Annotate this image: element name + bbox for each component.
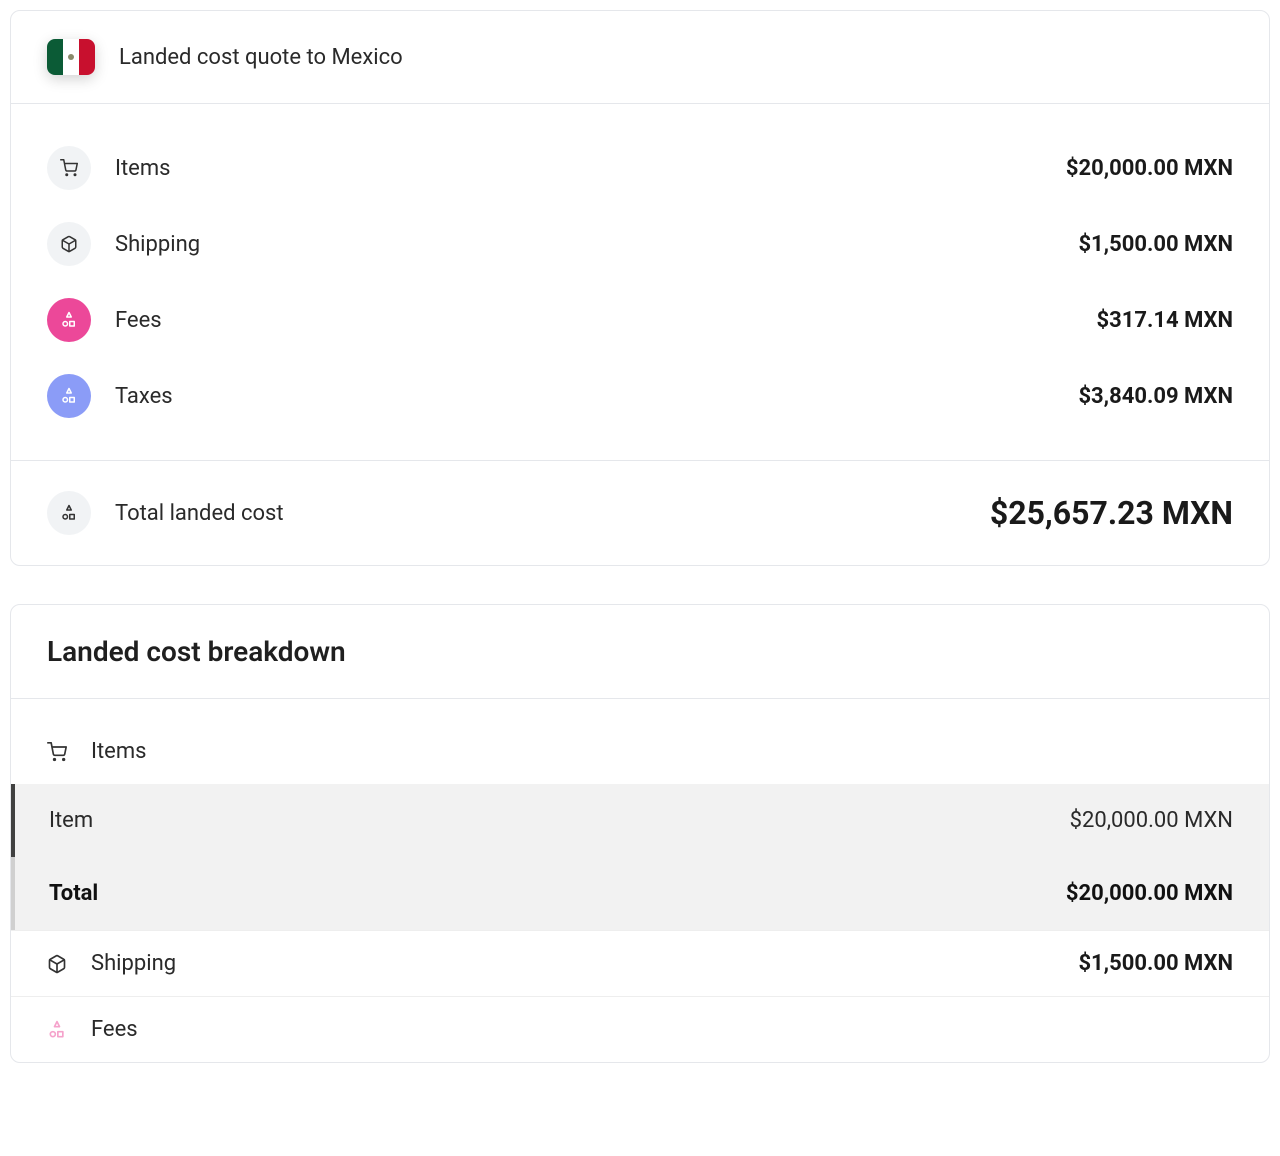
summary-label: Fees <box>115 308 1096 333</box>
summary-value: $3,840.09 MXN <box>1078 384 1233 409</box>
breakdown-section-fees: Fees <box>11 996 1269 1062</box>
breakdown-sub-value: $20,000.00 MXN <box>1066 881 1233 906</box>
breakdown-section-title: Fees <box>91 1017 138 1042</box>
breakdown-header: Landed cost breakdown <box>11 605 1269 699</box>
breakdown-subrow: Item $20,000.00 MXN <box>11 784 1269 857</box>
cart-icon <box>47 146 91 190</box>
summary-label: Items <box>115 156 1066 181</box>
shapes-icon <box>47 491 91 535</box>
breakdown-sub-label: Total <box>49 881 1066 906</box>
quote-title: Landed cost quote to Mexico <box>119 45 403 70</box>
total-row: Total landed cost $25,657.23 MXN <box>11 461 1269 565</box>
breakdown-card: Landed cost breakdown Items Item $20,000… <box>10 604 1270 1063</box>
breakdown-sub-value: $20,000.00 MXN <box>1070 808 1233 833</box>
shapes-icon <box>47 298 91 342</box>
summary-value: $20,000.00 MXN <box>1066 156 1233 181</box>
summary-label: Shipping <box>115 232 1078 257</box>
quote-header: Landed cost quote to Mexico <box>11 11 1269 104</box>
summary-list: Items $20,000.00 MXN Shipping $1,500.00 … <box>11 104 1269 461</box>
total-value: $25,657.23 MXN <box>990 494 1233 532</box>
summary-value: $317.14 MXN <box>1096 308 1233 333</box>
summary-row-shipping: Shipping $1,500.00 MXN <box>47 206 1233 282</box>
breakdown-section-value: $1,500.00 MXN <box>1078 951 1233 976</box>
breakdown-subrow-total: Total $20,000.00 MXN <box>11 857 1269 930</box>
breakdown-section-items: Items <box>11 699 1269 784</box>
summary-label: Taxes <box>115 384 1078 409</box>
breakdown-section-title: Items <box>91 739 147 764</box>
breakdown-section-shipping: Shipping $1,500.00 MXN <box>11 930 1269 996</box>
summary-row-items: Items $20,000.00 MXN <box>47 130 1233 206</box>
box-icon <box>47 954 67 974</box>
breakdown-title: Landed cost breakdown <box>47 635 1233 668</box>
shapes-icon <box>47 374 91 418</box>
summary-row-taxes: Taxes $3,840.09 MXN <box>47 358 1233 434</box>
quote-card: Landed cost quote to Mexico Items $20,00… <box>10 10 1270 566</box>
breakdown-sub-label: Item <box>49 808 1070 833</box>
summary-row-fees: Fees $317.14 MXN <box>47 282 1233 358</box>
cart-icon <box>47 742 67 762</box>
total-label: Total landed cost <box>115 501 990 526</box>
summary-value: $1,500.00 MXN <box>1078 232 1233 257</box>
shapes-icon <box>47 1020 67 1040</box>
box-icon <box>47 222 91 266</box>
mexico-flag-icon <box>47 39 95 75</box>
breakdown-section-title: Shipping <box>91 951 176 976</box>
